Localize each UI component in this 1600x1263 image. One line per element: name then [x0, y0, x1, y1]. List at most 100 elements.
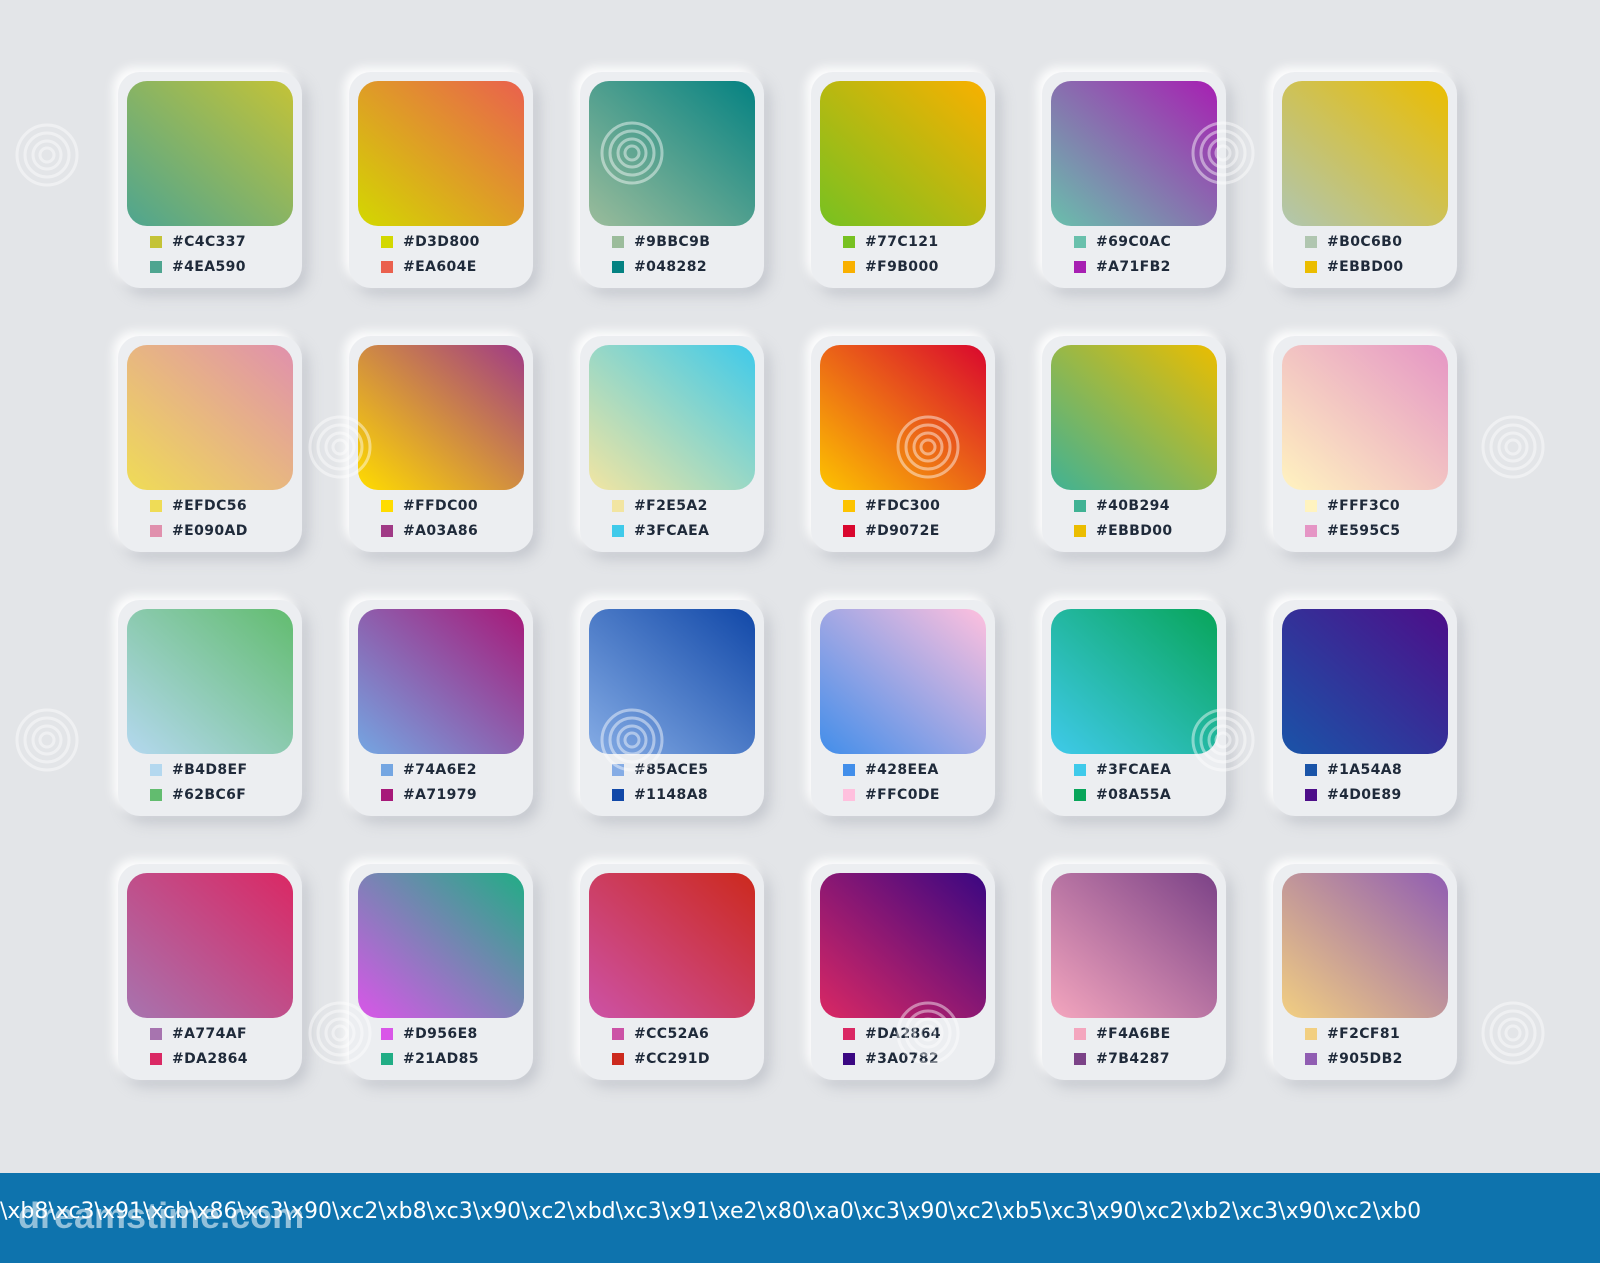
gradient-swatch: [127, 873, 293, 1018]
color-code-row: #F2E5A2: [612, 496, 708, 516]
gradient-swatch: [1051, 81, 1217, 226]
palette-card: #B0C6B0 #EBBD00: [1273, 72, 1457, 288]
gradient-swatch: [127, 345, 293, 490]
color-chip: [1074, 525, 1086, 537]
color-chip: [150, 525, 162, 537]
hex-code-label: #EA604E: [403, 259, 477, 275]
color-code-row: #1148A8: [612, 785, 708, 805]
color-chip: [150, 764, 162, 776]
hex-code-label: #1148A8: [634, 787, 709, 803]
hex-code-label: #7B4287: [1096, 1051, 1170, 1067]
color-chip: [150, 261, 162, 273]
color-code-row: #D956E8: [381, 1024, 478, 1044]
color-chip: [150, 1053, 162, 1065]
color-chip: [381, 789, 393, 801]
hex-code-label: #69C0AC: [1096, 234, 1172, 250]
color-code-row: #DA2864: [150, 1049, 248, 1069]
color-chip: [1074, 789, 1086, 801]
footer-banner: dreamstime.com \xb8\xc3\x91\xcb\x86\xc3\…: [0, 1173, 1600, 1263]
gradient-swatch: [1282, 81, 1448, 226]
gradient-swatch: [820, 81, 986, 226]
color-chip: [381, 764, 393, 776]
palette-card: #77C121 #F9B000: [811, 72, 995, 288]
color-chip: [1305, 500, 1317, 512]
color-code-row: #C4C337: [150, 232, 246, 252]
palette-card: #3FCAEA #08A55A: [1042, 600, 1226, 816]
hex-code-label: #CC291D: [634, 1051, 710, 1067]
color-chip: [1074, 764, 1086, 776]
palette-card: #C4C337 #4EA590: [118, 72, 302, 288]
color-code-row: #FFF3C0: [1305, 496, 1400, 516]
palette-card: #F2E5A2 #3FCAEA: [580, 336, 764, 552]
hex-code-label: #D956E8: [403, 1026, 478, 1042]
watermark-spiral-icon: [15, 123, 79, 187]
palette-card: #9BBC9B #048282: [580, 72, 764, 288]
color-chip: [1305, 1028, 1317, 1040]
watermark-spiral-icon: [15, 708, 79, 772]
hex-code-label: #CC52A6: [634, 1026, 710, 1042]
gradient-swatch: [1051, 609, 1217, 754]
hex-code-label: #85ACE5: [634, 762, 709, 778]
color-code-row: #62BC6F: [150, 785, 246, 805]
hex-code-label: #E090AD: [172, 523, 248, 539]
palette-card: #DA2864 #3A0782: [811, 864, 995, 1080]
color-code-row: #3FCAEA: [612, 521, 709, 541]
gradient-swatch: [820, 873, 986, 1018]
hex-code-label: #21AD85: [403, 1051, 479, 1067]
hex-code-label: #B4D8EF: [172, 762, 248, 778]
gradient-swatch: [358, 873, 524, 1018]
color-code-row: #E595C5: [1305, 521, 1400, 541]
hex-code-label: #048282: [634, 259, 707, 275]
palette-card: #EFDC56 #E090AD: [118, 336, 302, 552]
color-code-row: #4EA590: [150, 257, 246, 277]
gradient-swatch: [820, 609, 986, 754]
color-code-row: #A774AF: [150, 1024, 247, 1044]
color-chip: [381, 500, 393, 512]
color-code-row: #EFDC56: [150, 496, 247, 516]
color-chip: [843, 500, 855, 512]
gradient-swatch: [1282, 609, 1448, 754]
color-chip: [1074, 1028, 1086, 1040]
gradient-swatch: [589, 345, 755, 490]
color-chip: [150, 236, 162, 248]
color-code-row: #77C121: [843, 232, 939, 252]
color-code-row: #B0C6B0: [1305, 232, 1402, 252]
color-code-row: #EA604E: [381, 257, 477, 277]
gradient-swatch: [358, 609, 524, 754]
hex-code-label: #A71979: [403, 787, 478, 803]
hex-code-label: #FFDC00: [403, 498, 479, 514]
palette-card: #D956E8 #21AD85: [349, 864, 533, 1080]
hex-code-label: #3FCAEA: [1096, 762, 1172, 778]
hex-code-label: #A71FB2: [1096, 259, 1171, 275]
hex-code-label: #A03A86: [403, 523, 479, 539]
color-code-row: #21AD85: [381, 1049, 479, 1069]
color-chip: [381, 1028, 393, 1040]
color-chip: [381, 525, 393, 537]
color-code-row: #69C0AC: [1074, 232, 1171, 252]
hex-code-label: #F2E5A2: [634, 498, 708, 514]
hex-code-label: #428EEA: [865, 762, 939, 778]
color-chip: [612, 236, 624, 248]
hex-code-label: #74A6E2: [403, 762, 477, 778]
color-code-row: #F2CF81: [1305, 1024, 1400, 1044]
color-chip: [612, 1053, 624, 1065]
palette-card: #FDC300 #D9072E: [811, 336, 995, 552]
hex-code-label: #4EA590: [172, 259, 246, 275]
palette-card: #B4D8EF #62BC6F: [118, 600, 302, 816]
gradient-swatch: [820, 345, 986, 490]
color-chip: [1305, 236, 1317, 248]
color-code-row: #CC291D: [612, 1049, 710, 1069]
palette-card: #F2CF81 #905DB2: [1273, 864, 1457, 1080]
color-code-row: #7B4287: [1074, 1049, 1170, 1069]
hex-code-label: #08A55A: [1096, 787, 1172, 803]
palette-card: #1A54A8 #4D0E89: [1273, 600, 1457, 816]
palette-card: #FFDC00 #A03A86: [349, 336, 533, 552]
gradient-swatch: [1051, 873, 1217, 1018]
color-chip: [1305, 789, 1317, 801]
color-code-row: #85ACE5: [612, 760, 708, 780]
color-code-row: #F4A6BE: [1074, 1024, 1171, 1044]
gradient-swatch: [1051, 345, 1217, 490]
color-chip: [1305, 261, 1317, 273]
color-chip: [843, 1053, 855, 1065]
hex-code-label: #905DB2: [1327, 1051, 1403, 1067]
